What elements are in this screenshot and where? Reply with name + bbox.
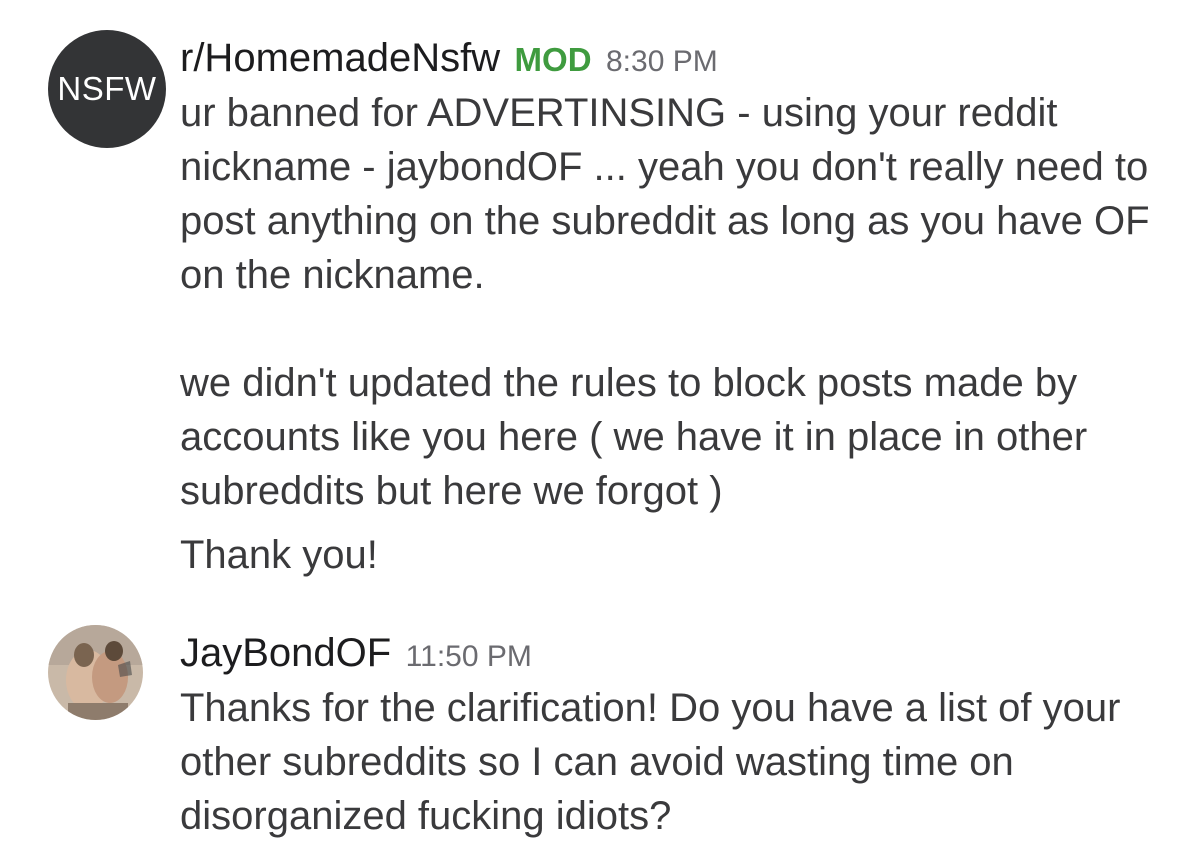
- message-body: ur banned for ADVERTINSING - using your …: [180, 86, 1170, 582]
- mod-badge: MOD: [514, 41, 592, 78]
- message-header: r/HomemadeNsfw MOD 8:30 PM: [180, 36, 718, 81]
- avatar-label: NSFW: [57, 70, 157, 107]
- avatar-photo-icon: [48, 625, 143, 720]
- subreddit-avatar[interactable]: NSFW: [48, 30, 166, 148]
- message-paragraph: we didn't updated the rules to block pos…: [180, 361, 1088, 513]
- user-avatar[interactable]: [48, 625, 143, 720]
- author-name[interactable]: JayBondOF: [180, 631, 391, 675]
- message-body: Thanks for the clarification! Do you hav…: [180, 681, 1170, 843]
- message-paragraph: Thanks for the clarification! Do you hav…: [180, 686, 1121, 838]
- message-paragraph: ur banned for ADVERTINSING - using your …: [180, 91, 1150, 297]
- author-name[interactable]: r/HomemadeNsfw: [180, 36, 500, 80]
- message-header: JayBondOF 11:50 PM: [180, 631, 532, 676]
- message-paragraph: Thank you!: [180, 533, 378, 577]
- timestamp: 11:50 PM: [405, 640, 532, 673]
- timestamp: 8:30 PM: [605, 45, 718, 78]
